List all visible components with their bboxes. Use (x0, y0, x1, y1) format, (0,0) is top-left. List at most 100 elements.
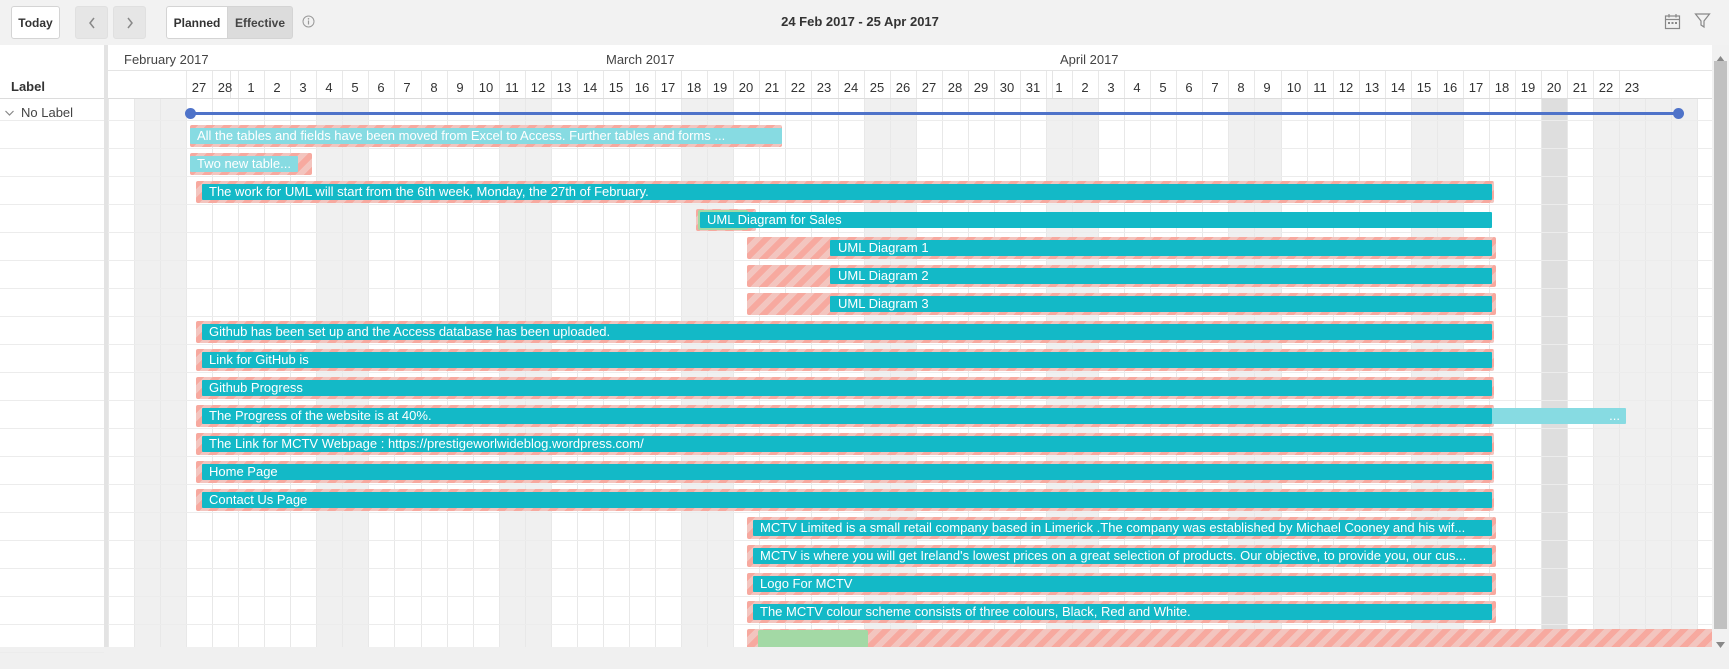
day-label: 13 (1364, 80, 1380, 95)
row-line (108, 148, 1712, 149)
info-icon[interactable] (302, 15, 315, 33)
row-line (108, 120, 1712, 121)
day-label: 17 (660, 80, 676, 95)
row-line (108, 232, 1712, 233)
filter-icon[interactable] (1694, 12, 1711, 34)
day-label: 26 (895, 80, 911, 95)
row-line (108, 540, 1712, 541)
timeline-panel: February 2017 March 2017 April 2017 27 28… (108, 45, 1712, 647)
day-label: 15 (608, 80, 624, 95)
task-bar[interactable]: UML Diagram 2 (830, 268, 1492, 284)
grid-line (1515, 70, 1516, 647)
day-label: 30 (999, 80, 1015, 95)
summary-start-handle[interactable] (185, 108, 196, 119)
task-bar[interactable]: Home Page (202, 464, 1492, 480)
day-label: 11 (1313, 80, 1327, 95)
previous-button[interactable] (75, 6, 108, 39)
vertical-scrollbar[interactable] (1712, 45, 1729, 648)
day-label: 12 (530, 80, 546, 95)
task-bar[interactable]: The Link for MCTV Webpage : https://pres… (202, 436, 1492, 452)
task-bar[interactable]: MCTV is where you will get Ireland's low… (753, 548, 1492, 564)
day-label: 2 (1081, 80, 1089, 95)
day-label: 8 (430, 80, 438, 95)
weekend-column (133, 99, 160, 647)
row-line (0, 232, 104, 233)
planned-bar[interactable] (747, 629, 1712, 647)
day-label: 10 (478, 80, 494, 95)
task-bar[interactable]: Two new table... (190, 156, 298, 172)
scroll-thumb[interactable] (1714, 61, 1727, 629)
day-label: 20 (738, 80, 754, 95)
row-line (108, 288, 1712, 289)
planned-toggle[interactable]: Planned (166, 6, 228, 39)
task-bar[interactable]: The work for UML will start from the 6th… (202, 184, 1492, 200)
task-bar[interactable]: UML Diagram 3 (830, 296, 1492, 312)
today-button[interactable]: Today (11, 6, 60, 39)
day-label: 23 (1624, 80, 1640, 95)
row-line (0, 148, 104, 149)
month-label: February 2017 (124, 52, 209, 67)
task-bar[interactable]: Github has been set up and the Access da… (202, 324, 1492, 340)
day-label: 19 (712, 80, 728, 95)
row-line (108, 484, 1712, 485)
scroll-down-icon[interactable] (1716, 635, 1725, 653)
today-column (1541, 99, 1568, 647)
row-line (0, 344, 104, 345)
row-line (108, 428, 1712, 429)
row-line (0, 652, 104, 653)
chevron-right-icon (126, 17, 133, 28)
row-line (0, 484, 104, 485)
day-label: 20 (1546, 80, 1562, 95)
next-button[interactable] (113, 6, 146, 39)
weekend-column (1593, 99, 1620, 647)
row-line (108, 400, 1712, 401)
day-label: 28 (217, 80, 233, 95)
row-line (0, 540, 104, 541)
task-bar[interactable]: The Progress of the website is at 40%. (202, 408, 1492, 424)
task-bar[interactable]: All the tables and fields have been move… (190, 128, 782, 144)
task-bar[interactable]: Github Progress (202, 380, 1492, 396)
day-label: 31 (1025, 80, 1041, 95)
group-label[interactable]: No Label (21, 105, 73, 120)
label-column-header: Label (11, 79, 45, 94)
day-label: 1 (247, 80, 255, 95)
day-label: 4 (1133, 80, 1141, 95)
calendar-icon[interactable] (1664, 13, 1681, 35)
day-label: 24 (843, 80, 859, 95)
row-line (108, 260, 1712, 261)
summary-bar[interactable] (190, 112, 1678, 115)
row-line (0, 204, 104, 205)
row-line (0, 372, 104, 373)
task-bar[interactable]: UML Diagram 1 (830, 240, 1492, 256)
day-label: 11 (505, 80, 519, 95)
summary-end-handle[interactable] (1673, 108, 1684, 119)
day-label: 9 (456, 80, 464, 95)
row-line (0, 428, 104, 429)
task-bar[interactable]: The MCTV colour scheme consists of three… (753, 604, 1492, 620)
grid-line (1541, 70, 1542, 647)
row-line (108, 624, 1712, 625)
task-bar[interactable]: Logo For MCTV (753, 576, 1492, 592)
day-label: 25 (869, 80, 885, 95)
day-label: 13 (556, 80, 572, 95)
row-line (0, 512, 104, 513)
day-label: 15 (1416, 80, 1432, 95)
day-label: 4 (325, 80, 333, 95)
effective-toggle[interactable]: Effective (228, 6, 293, 39)
gantt-chart: Label No Label February 2017 March 2017 … (0, 45, 1729, 653)
row-line (108, 512, 1712, 513)
task-bar[interactable]: Link for GitHub is (202, 352, 1492, 368)
day-label: 14 (1390, 80, 1406, 95)
task-bar-overflow[interactable]: ... (1492, 408, 1626, 424)
milestone-bar[interactable] (758, 630, 868, 647)
task-bar[interactable]: MCTV Limited is a small retail company b… (753, 520, 1492, 536)
day-label: 29 (973, 80, 989, 95)
day-label: 23 (816, 80, 832, 95)
weekend-column (1645, 99, 1672, 647)
row-line (108, 316, 1712, 317)
day-label: 5 (351, 80, 359, 95)
weekend-column (1671, 99, 1698, 647)
task-bar[interactable]: Contact Us Page (202, 492, 1492, 508)
task-bar[interactable]: UML Diagram for Sales (700, 212, 1492, 228)
grid-line (1567, 70, 1568, 647)
